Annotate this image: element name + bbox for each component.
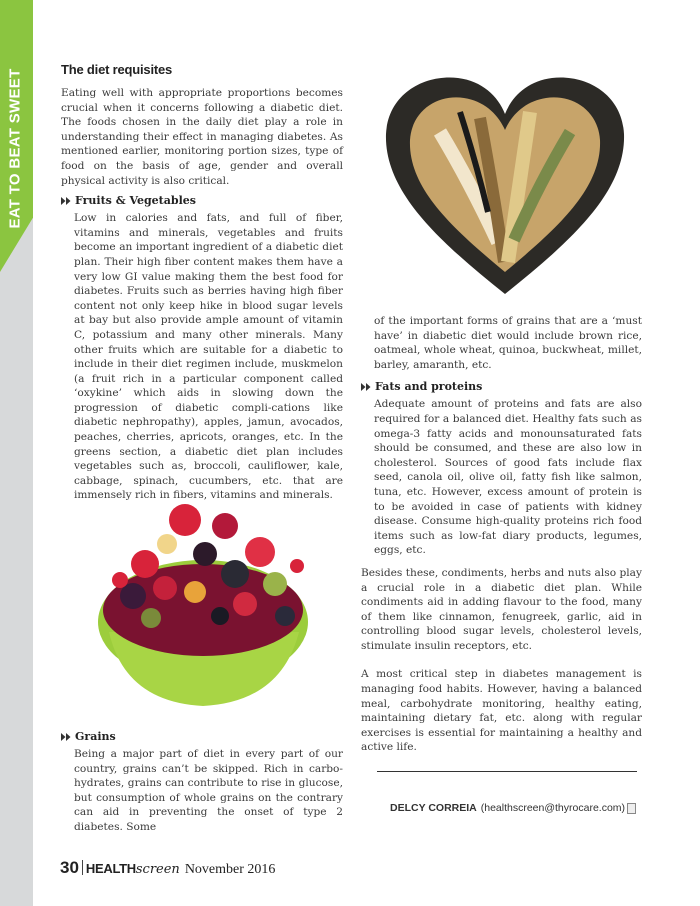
- double-arrow-icon: [61, 732, 71, 741]
- left-column: The diet requisites Eating well with app…: [61, 62, 343, 503]
- magazine-name-bold: HEALTH: [85, 861, 136, 876]
- author-name: DELCY CORREIA: [390, 802, 477, 814]
- page-number: 30: [60, 858, 79, 877]
- fruits-paragraph: Low in calories and fats, and full of fi…: [74, 212, 343, 502]
- section-label: EAT TO BEAT SWEET: [3, 68, 27, 350]
- author-signature: DELCY CORREIA (healthscreen@thyrocare.co…: [390, 802, 637, 814]
- fruits-heading-text: Fruits & Vegetables: [75, 194, 196, 208]
- intro-paragraph: Eating well with appropriate proportions…: [61, 87, 343, 187]
- fats-heading: Fats and proteins: [361, 380, 642, 393]
- section-label-text: EAT TO BEAT SWEET: [6, 68, 24, 229]
- page-footer: 30 HEALTH screen November 2016: [60, 858, 275, 878]
- signature-divider: [377, 771, 637, 772]
- author-email: (healthscreen@thyrocare.com): [480, 802, 626, 814]
- closing-paragraph: A most critical step in diabetes managem…: [361, 668, 642, 754]
- condiments-paragraph: Besides these, condiments, herbs and nut…: [361, 566, 642, 652]
- fruit-bowl-image: [85, 492, 315, 716]
- grains-paragraph-right: of the important forms of grains that ar…: [374, 315, 642, 371]
- double-arrow-icon: [61, 196, 71, 205]
- article-heading: The diet requisites: [61, 62, 173, 77]
- grains-heading-text: Grains: [75, 730, 116, 743]
- end-mark-icon: [627, 802, 637, 814]
- grains-section: Grains Being a major part of diet in eve…: [61, 724, 343, 835]
- fats-paragraph: Adequate amount of proteins and fats are…: [374, 398, 642, 557]
- footer-divider: [81, 860, 83, 875]
- double-arrow-icon: [361, 382, 371, 391]
- right-column: of the important forms of grains that ar…: [361, 314, 642, 755]
- fats-heading-text: Fats and proteins: [375, 380, 483, 394]
- magazine-name-script: screen: [135, 862, 180, 877]
- grain-heart-image: [380, 72, 630, 300]
- fruits-heading: Fruits & Vegetables: [61, 194, 343, 207]
- issue-date: November 2016: [184, 862, 276, 877]
- grains-heading: Grains: [61, 730, 343, 743]
- grains-paragraph-left: Being a major part of diet in every part…: [74, 748, 343, 833]
